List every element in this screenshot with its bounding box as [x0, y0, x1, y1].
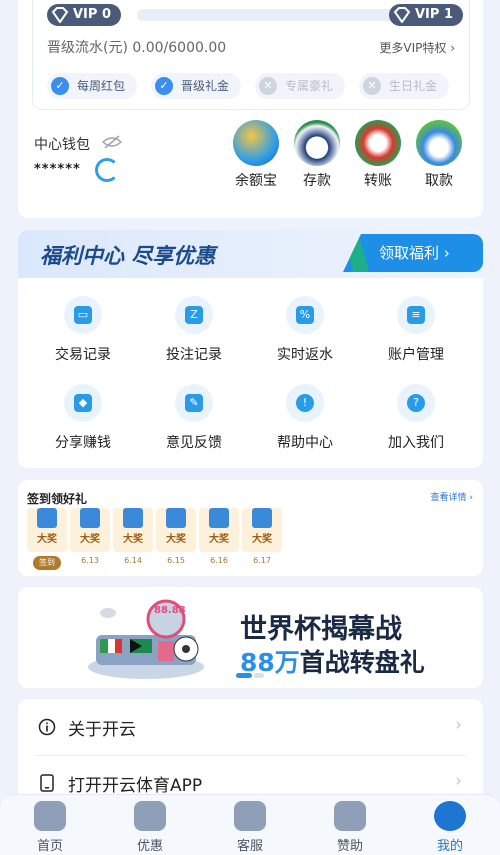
- banner-badge-text: 88.88: [154, 605, 186, 616]
- wallet-action-transfer[interactable]: 转账: [350, 120, 406, 190]
- gift-icon: [134, 801, 166, 831]
- tab-profile[interactable]: 我的: [400, 801, 500, 854]
- signin-day[interactable]: 大奖: [113, 508, 153, 552]
- vip-progress-bar: [137, 9, 394, 21]
- grid-account-management[interactable]: ≡ 账户管理: [361, 296, 471, 364]
- grid-bet-records[interactable]: Z 投注记录: [139, 296, 249, 364]
- current-vip-label: VIP 0: [73, 7, 111, 22]
- vip-card: VIP 0 VIP 1 晋级流水(元) 0.00/6000.00 更多VIP特权…: [18, 0, 483, 218]
- banner-pagination: [236, 673, 264, 678]
- welfare-center-card: 福利中心 尽享优惠 领取福利 › ▭ 交易记录 Z 投注记录 % 实时返水 ≡ …: [18, 230, 483, 468]
- signin-date: 6.13: [81, 556, 99, 565]
- vip-progress-panel: VIP 0 VIP 1 晋级流水(元) 0.00/6000.00 更多VIP特权…: [32, 0, 470, 110]
- grid-transaction-records[interactable]: ▭ 交易记录: [28, 296, 138, 364]
- perk-exclusive-gift: ✕ 专属豪礼: [255, 73, 346, 99]
- perk-birthday-bonus: ✕ 生日礼金: [359, 73, 450, 99]
- wallet-action-deposit[interactable]: 存款: [289, 120, 345, 190]
- welfare-title: 福利中心 尽享优惠: [40, 244, 216, 268]
- grid-feedback[interactable]: ✎ 意见反馈: [139, 384, 249, 452]
- diamond-icon: [51, 7, 69, 23]
- menu-about[interactable]: 关于开云 ›: [36, 699, 466, 755]
- gift-icon: [80, 508, 100, 528]
- next-vip-label: VIP 1: [415, 7, 453, 22]
- signin-date: 6.15: [167, 556, 185, 565]
- deposit-ball-icon: [294, 120, 340, 166]
- bottom-tab-bar: 首页 优惠 客服 赞助 我的: [0, 794, 500, 855]
- check-icon: ✓: [51, 77, 69, 95]
- piggy-bank-icon: [233, 120, 279, 166]
- gift-icon: [166, 508, 186, 528]
- signin-date: 6.17: [253, 556, 271, 565]
- info-icon: [38, 718, 56, 736]
- home-icon: [34, 801, 66, 831]
- perk-weekly-redpacket: ✓ 每周红包: [47, 73, 138, 99]
- chevron-right-icon: ›: [455, 715, 462, 735]
- signin-card: 签到领好礼 查看详情 › 大奖 大奖 大奖 大奖 大奖 大奖 签到 6.13 6…: [18, 480, 483, 576]
- page-dot: [254, 673, 264, 678]
- claim-welfare-button[interactable]: 领取福利 ›: [343, 234, 483, 272]
- share-icon: ◆: [64, 384, 102, 422]
- signin-day[interactable]: 大奖: [27, 508, 67, 552]
- id-card-icon: ≡: [397, 296, 435, 334]
- tab-sponsorship[interactable]: 赞助: [300, 801, 400, 854]
- percent-icon: %: [286, 296, 324, 334]
- current-vip-badge: VIP 0: [47, 4, 121, 26]
- feedback-icon: ✎: [175, 384, 213, 422]
- calendar-icon: Z: [175, 296, 213, 334]
- next-vip-badge: VIP 1: [389, 4, 463, 26]
- transfer-ball-icon: [355, 120, 401, 166]
- signin-details-link[interactable]: 查看详情 ›: [431, 490, 473, 503]
- gift-icon: [209, 508, 229, 528]
- wallet-action-withdraw[interactable]: 取款: [411, 120, 467, 190]
- refresh-icon[interactable]: [95, 158, 119, 182]
- headset-icon: [234, 801, 266, 831]
- gift-icon: [252, 508, 272, 528]
- help-icon: !: [286, 384, 324, 422]
- cross-icon: ✕: [259, 77, 277, 95]
- tab-customer-service[interactable]: 客服: [200, 801, 300, 854]
- banner-subtitle-rest: 首战转盘礼: [299, 648, 425, 677]
- wallet-title: 中心钱包: [34, 137, 90, 153]
- grid-rebate[interactable]: % 实时返水: [250, 296, 360, 364]
- signin-day[interactable]: 大奖: [70, 508, 110, 552]
- grid-join-us[interactable]: ? 加入我们: [361, 384, 471, 452]
- phone-icon: [40, 774, 54, 792]
- banner-subtitle: 88万首战转盘礼: [240, 643, 425, 679]
- withdraw-ball-icon: [416, 120, 462, 166]
- signin-day[interactable]: 大奖: [199, 508, 239, 552]
- signin-day[interactable]: 大奖: [242, 508, 282, 552]
- welfare-header: 福利中心 尽享优惠 领取福利 ›: [18, 230, 483, 278]
- gift-icon: [37, 508, 57, 528]
- upgrade-flow-text: 晋级流水(元) 0.00/6000.00: [47, 40, 227, 56]
- banner-title: 世界杯揭幕战: [240, 614, 402, 645]
- tab-promotions[interactable]: 优惠: [100, 801, 200, 854]
- wallet-amount: ******: [34, 162, 81, 177]
- check-icon: ✓: [155, 77, 173, 95]
- world-cup-stadium-image: 88.88: [88, 599, 204, 679]
- eye-hidden-icon[interactable]: [102, 134, 122, 150]
- signin-date: 6.16: [210, 556, 228, 565]
- diamond-icon: [393, 7, 411, 23]
- perk-upgrade-bonus: ✓ 晋级礼金: [151, 73, 242, 99]
- wallet-action-yuebao[interactable]: 余额宝: [228, 120, 284, 190]
- signin-button[interactable]: 签到: [33, 556, 61, 570]
- chevron-right-icon: ›: [455, 771, 462, 791]
- join-icon: ?: [397, 384, 435, 422]
- shield-icon: [334, 801, 366, 831]
- signin-day[interactable]: 大奖: [156, 508, 196, 552]
- tab-home[interactable]: 首页: [0, 801, 100, 854]
- more-vip-link[interactable]: 更多VIP特权 ›: [379, 39, 455, 56]
- grid-share-earn[interactable]: ◆ 分享赚钱: [28, 384, 138, 452]
- button-accent: [343, 234, 369, 272]
- promo-banner[interactable]: 88.88 世界杯揭幕战 88万首战转盘礼: [18, 587, 483, 688]
- gift-icon: [123, 508, 143, 528]
- signin-date: 6.14: [124, 556, 142, 565]
- page-dot-active: [236, 673, 252, 678]
- grid-help-center[interactable]: ! 帮助中心: [250, 384, 360, 452]
- cross-icon: ✕: [363, 77, 381, 95]
- wallet-icon: ▭: [64, 296, 102, 334]
- profile-icon: [434, 801, 466, 831]
- signin-title: 签到领好礼: [27, 492, 88, 506]
